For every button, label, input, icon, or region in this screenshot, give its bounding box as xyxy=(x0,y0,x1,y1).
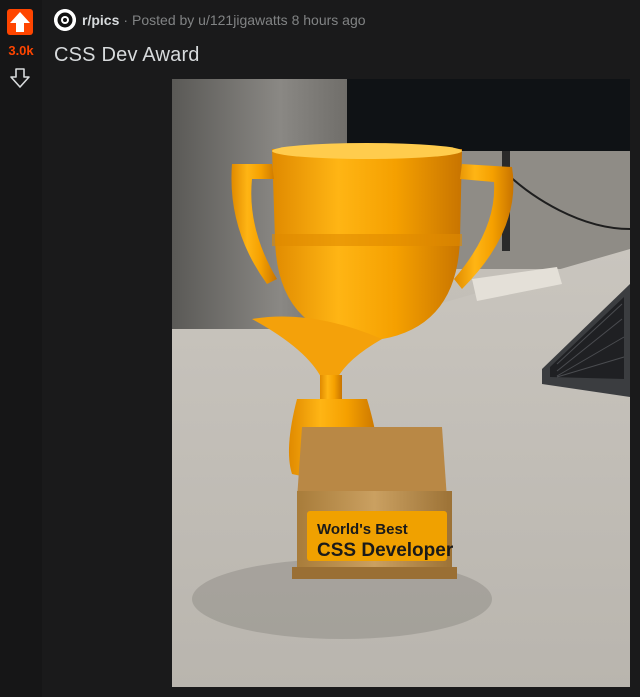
vote-column: 3.0k xyxy=(0,0,42,697)
post-image[interactable]: World's Best CSS Developer xyxy=(172,79,630,687)
upvote-arrow-icon xyxy=(10,12,30,32)
subreddit-avatar[interactable] xyxy=(54,9,76,31)
subreddit-link[interactable]: r/pics xyxy=(82,12,119,28)
downvote-arrow-icon xyxy=(10,68,30,88)
downvote-button[interactable] xyxy=(9,67,31,89)
post-meta: r/pics · Posted by u/121jigawatts 8 hour… xyxy=(54,9,366,31)
meta-separator: · xyxy=(123,12,129,28)
plaque-line1: World's Best xyxy=(317,521,408,538)
plaque-line2: CSS Developer xyxy=(317,540,454,561)
post-container: r/pics · Posted by u/121jigawatts 8 hour… xyxy=(42,0,640,697)
posted-by-text[interactable]: Posted by u/121jigawatts 8 hours ago xyxy=(132,12,366,28)
subreddit-avatar-icon xyxy=(54,9,76,31)
vote-score: 3.0k xyxy=(8,43,34,58)
trophy-photo: World's Best CSS Developer xyxy=(172,79,630,687)
post-title[interactable]: CSS Dev Award xyxy=(54,44,200,67)
upvote-button[interactable] xyxy=(7,9,33,35)
